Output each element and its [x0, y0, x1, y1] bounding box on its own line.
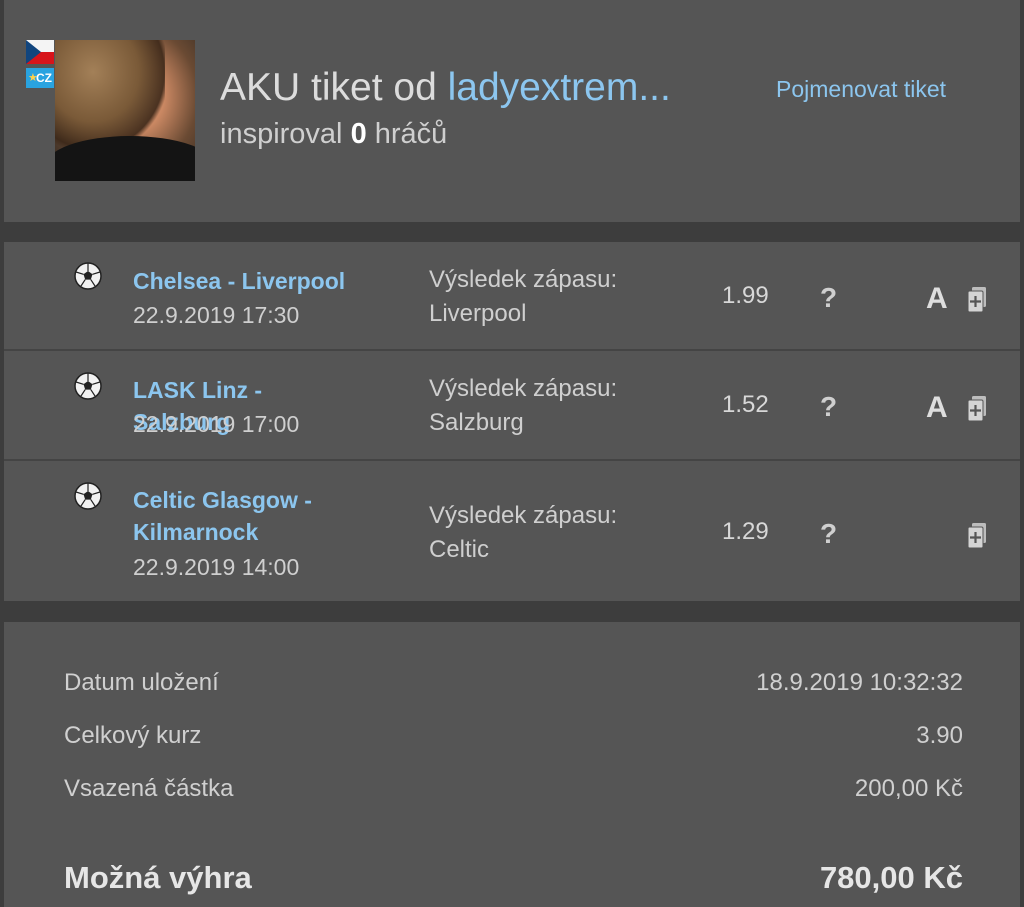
- match-link[interactable]: Celtic Glasgow - Kilmarnock: [133, 484, 353, 548]
- possible-win-label: Možná výhra: [64, 860, 252, 895]
- a-badge: A: [926, 391, 948, 424]
- market-selection: Salzburg: [429, 409, 524, 436]
- country-badge-label: CZ: [36, 71, 52, 85]
- help-icon[interactable]: ?: [820, 518, 837, 550]
- market-label: Výsledek zápasu:: [429, 266, 618, 293]
- football-icon: [74, 372, 102, 400]
- bet-odd: 1.99: [722, 282, 769, 309]
- bet-row: Chelsea - Liverpool 22.9.2019 17:30 Výsl…: [4, 242, 1020, 351]
- username-link[interactable]: ladyextrem...: [448, 66, 671, 109]
- market-label: Výsledek zápasu:: [429, 502, 618, 529]
- ticket-header: ★ CZ AKU tiket od ladyextrem... inspirov…: [4, 0, 1020, 222]
- market-selection: Liverpool: [429, 300, 527, 327]
- add-to-ticket-icon[interactable]: [966, 522, 988, 550]
- bet-odd: 1.29: [722, 518, 769, 545]
- inspired-suffix: hráčů: [366, 118, 448, 150]
- bet-row: LASK Linz - Salzburg 22.9.2019 17:00 Výs…: [4, 351, 1020, 461]
- page-title: AKU tiket od ladyextrem...: [220, 66, 671, 110]
- match-date: 22.9.2019 17:00: [133, 411, 300, 437]
- star-icon: ★: [28, 72, 38, 84]
- market-selection: Celtic: [429, 536, 490, 563]
- rename-ticket-link[interactable]: Pojmenovat tiket: [776, 76, 946, 103]
- inspired-prefix: inspiroval: [220, 118, 351, 150]
- bet-odd: 1.52: [722, 391, 769, 418]
- total-odds-label: Celkový kurz: [64, 722, 202, 749]
- bets-list: Chelsea - Liverpool 22.9.2019 17:30 Výsl…: [4, 242, 1020, 601]
- country-badge: ★ CZ: [26, 68, 54, 88]
- football-icon: [74, 262, 102, 290]
- stake-label: Vsazená částka: [64, 775, 234, 802]
- avatar[interactable]: [55, 40, 195, 181]
- user-avatar-block: ★ CZ: [26, 40, 198, 181]
- bet-row: Celtic Glasgow - Kilmarnock 22.9.2019 14…: [4, 461, 1020, 601]
- add-to-ticket-icon[interactable]: [966, 286, 988, 314]
- a-badge: A: [926, 282, 948, 315]
- ticket-summary: Datum uložení 18.9.2019 10:32:32 Celkový…: [4, 622, 1020, 907]
- possible-win-value: 780,00 Kč: [819, 860, 963, 895]
- add-to-ticket-icon[interactable]: [966, 395, 988, 423]
- title-prefix: AKU tiket od: [220, 66, 448, 109]
- match-date: 22.9.2019 14:00: [133, 554, 300, 580]
- match-link[interactable]: Chelsea - Liverpool: [133, 265, 353, 297]
- help-icon[interactable]: ?: [820, 282, 837, 314]
- czech-flag-icon: [26, 40, 54, 64]
- match-date: 22.9.2019 17:30: [133, 302, 300, 328]
- help-icon[interactable]: ?: [820, 391, 837, 423]
- inspired-count-text: inspiroval 0 hráčů: [220, 118, 447, 151]
- market-label: Výsledek zápasu:: [429, 375, 618, 402]
- football-icon: [74, 482, 102, 510]
- saved-date-value: 18.9.2019 10:32:32: [756, 669, 963, 696]
- inspired-count: 0: [350, 118, 367, 150]
- total-odds-value: 3.90: [916, 722, 963, 749]
- stake-value: 200,00 Kč: [854, 775, 963, 802]
- saved-date-label: Datum uložení: [64, 669, 219, 696]
